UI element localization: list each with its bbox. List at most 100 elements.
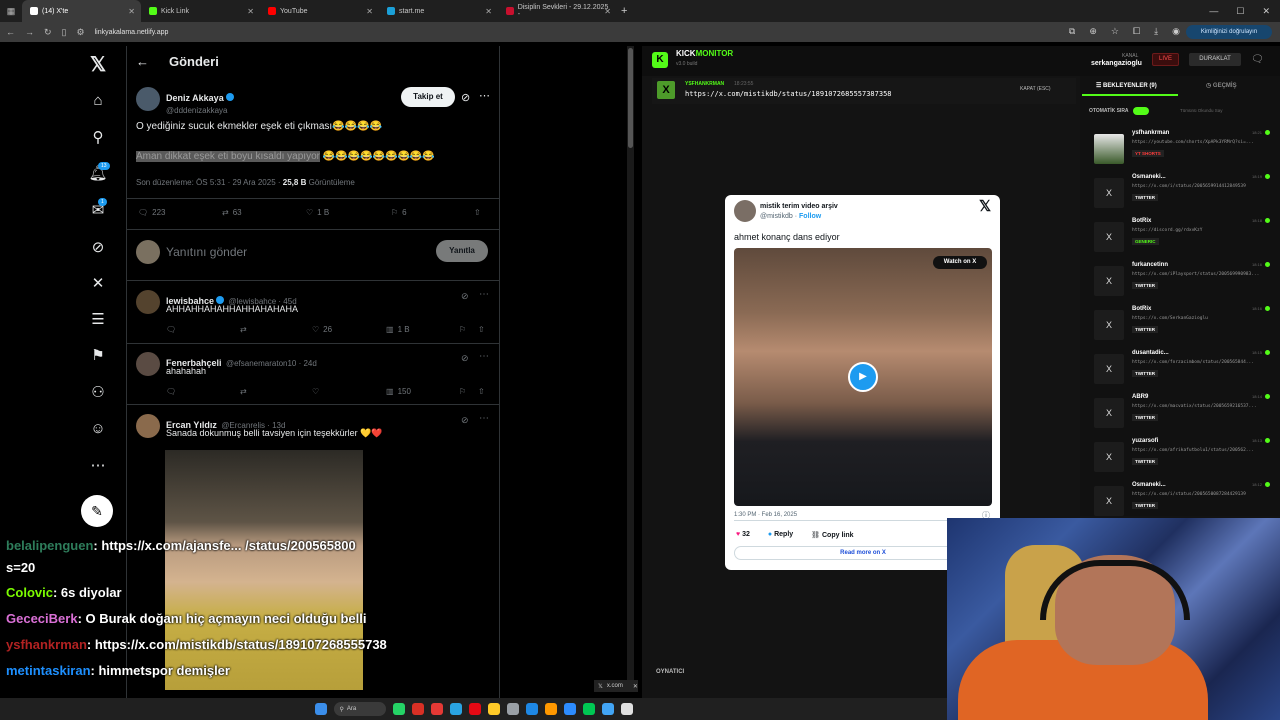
- explore-icon[interactable]: ⚲: [80, 128, 116, 146]
- reply-submit-button[interactable]: Yanıtla: [436, 240, 488, 262]
- bookmark-action[interactable]: ⚐ 6: [391, 208, 407, 217]
- browser-tab[interactable]: start.me ✕: [379, 0, 498, 22]
- queue-item[interactable]: Xdusantadic... https://x.com/forzacimbom/…: [1088, 348, 1276, 388]
- reply-reply-icon[interactable]: 🗨︎: [166, 325, 176, 334]
- tab-pending[interactable]: ☰ BEKLEYENLER (9): [1096, 82, 1157, 89]
- queue-item[interactable]: Xfurkancetinn https://x.com/iPlaysport/st…: [1088, 260, 1276, 300]
- embed-follow-link[interactable]: Follow: [799, 213, 821, 220]
- browser-tab[interactable]: (14) X'te ✕: [22, 0, 141, 22]
- queue-item[interactable]: X BotRix https://x.com/SerkanGazioglu TWITT…: [1088, 304, 1276, 344]
- embed-author[interactable]: mistik terim video arşiv: [760, 203, 838, 210]
- browser-tab[interactable]: Kick Link ✕: [141, 0, 260, 22]
- lists-icon[interactable]: ☰: [80, 310, 116, 328]
- reply-like-icon[interactable]: ♡: [312, 387, 319, 396]
- reply-repost-icon[interactable]: ⇄: [240, 387, 247, 396]
- reply-avatar[interactable]: [136, 414, 160, 438]
- post-more-icon[interactable]: ⋯: [479, 89, 490, 102]
- chat-icon[interactable]: 🗨︎: [1251, 54, 1264, 65]
- author-handle[interactable]: @dddenizakkaya: [166, 106, 234, 115]
- tab-history[interactable]: ◷ GEÇMİŞ: [1206, 82, 1237, 89]
- author-avatar[interactable]: [136, 87, 160, 111]
- close-icon[interactable]: ✕: [633, 683, 638, 690]
- reply-share-icon[interactable]: ⇧: [478, 325, 485, 334]
- new-tab-button[interactable]: +: [621, 5, 627, 17]
- reply-more-icon[interactable]: ⋯: [479, 413, 489, 424]
- maximize-icon[interactable]: ☐: [1236, 6, 1244, 17]
- site-info-icon[interactable]: ⚙: [77, 27, 85, 38]
- compose-post-button[interactable]: ✎: [81, 495, 113, 527]
- queue-item[interactable]: Xyuzarsofi https://x.com/afrikafutbolu1/s…: [1088, 436, 1276, 476]
- bookmarks-icon[interactable]: ⚑: [80, 346, 116, 364]
- more-icon[interactable]: ⋯: [80, 456, 116, 474]
- vlc-icon[interactable]: [544, 703, 557, 715]
- bookmark-star-icon[interactable]: ☆: [1111, 26, 1119, 37]
- reply-input[interactable]: Yanıtını gönder: [166, 245, 247, 259]
- share-icon[interactable]: ⇧: [474, 208, 481, 217]
- url-field[interactable]: linkyakalama.netlify.app: [95, 29, 169, 36]
- grok-action-icon[interactable]: ⊘: [461, 353, 469, 364]
- x-logo-icon[interactable]: 𝕏: [979, 197, 991, 215]
- profile-nav-icon[interactable]: ☺: [80, 420, 116, 437]
- like-action[interactable]: ♡ 1 B: [306, 208, 329, 217]
- reply-bookmark-icon[interactable]: ⚐: [459, 387, 466, 396]
- x-logo-icon[interactable]: 𝕏: [80, 52, 116, 77]
- reply-repost-icon[interactable]: ⇄: [240, 325, 247, 334]
- minimize-icon[interactable]: —: [1209, 6, 1218, 16]
- reply-like-action[interactable]: ♡ 26: [312, 325, 332, 334]
- settings-icon[interactable]: [506, 703, 519, 715]
- queue-item[interactable]: X ABR9 https://x.com/macvatix/status/20056…: [1088, 392, 1276, 432]
- verify-identity-button[interactable]: Kimliğinizi doğrulayın: [1186, 25, 1272, 39]
- close-tab-icon[interactable]: ✕: [128, 7, 135, 16]
- telegram-icon[interactable]: [449, 703, 462, 715]
- embed-handle[interactable]: @mistikdb: [760, 213, 793, 220]
- close-tab-icon[interactable]: ✕: [247, 7, 254, 16]
- zoom-app-icon[interactable]: [563, 703, 576, 715]
- reply-handle[interactable]: @efsanemaraton10 · 24d: [226, 359, 317, 368]
- scrollbar-thumb[interactable]: [628, 48, 633, 148]
- forward-icon[interactable]: →: [25, 27, 34, 37]
- close-tab-icon[interactable]: ✕: [366, 7, 373, 16]
- app-icon-green[interactable]: [582, 703, 595, 715]
- reply-reply-icon[interactable]: 🗨︎: [166, 387, 176, 396]
- browser-tab[interactable]: YouTube ✕: [260, 0, 379, 22]
- watch-on-x-button[interactable]: Watch on X: [933, 256, 987, 269]
- download-icon[interactable]: ⤓: [1154, 26, 1158, 37]
- app-icon-red2[interactable]: [430, 703, 443, 715]
- embed-date[interactable]: 1:30 PM · Feb 16, 2025: [734, 512, 797, 518]
- channel-name[interactable]: serkangazioglu: [1091, 60, 1142, 67]
- app-icon-blue[interactable]: [525, 703, 538, 715]
- queue-item[interactable]: X Osmaneki... https://x.com/i/status/20056…: [1088, 480, 1276, 520]
- reply-views-action[interactable]: ▥ 150: [386, 387, 411, 396]
- grok-action-icon[interactable]: ⊘: [461, 415, 469, 426]
- grok-action-icon[interactable]: ⊘: [461, 91, 470, 104]
- chrome-icon[interactable]: [487, 703, 500, 715]
- close-tab-icon[interactable]: ✕: [604, 7, 611, 16]
- profile-icon[interactable]: ◉: [1172, 26, 1180, 37]
- start-icon[interactable]: [314, 703, 327, 715]
- repost-action[interactable]: ⇄ 63: [222, 208, 242, 217]
- home-icon[interactable]: ⌂: [80, 92, 116, 109]
- communities-icon[interactable]: ⚇: [80, 383, 116, 401]
- app-icon-red[interactable]: [411, 703, 424, 715]
- sidebar-icon[interactable]: ▯: [62, 27, 67, 38]
- embed-avatar[interactable]: [734, 200, 756, 222]
- reply-bookmark-icon[interactable]: ⚐: [459, 325, 466, 334]
- netflix-icon[interactable]: [468, 703, 481, 715]
- browser-tab[interactable]: Disiplin Sevkleri - 29.12.2025 - ✕: [498, 0, 617, 22]
- reply-views-action[interactable]: ▥ 1 B: [386, 325, 410, 334]
- cast-icon[interactable]: ⧉: [1069, 26, 1075, 37]
- grok-icon[interactable]: ⊘: [80, 238, 116, 256]
- close-window-icon[interactable]: ✕: [1262, 6, 1270, 17]
- pause-button[interactable]: DURAKLAT: [1189, 53, 1241, 66]
- follow-button[interactable]: Takip et: [401, 87, 455, 107]
- auto-queue-toggle[interactable]: [1133, 107, 1149, 115]
- back-icon[interactable]: ←: [6, 27, 15, 37]
- taskbar-search[interactable]: ⚲ Ara: [333, 702, 386, 716]
- queue-item[interactable]: ysfhankrman https://youtube.com/shorts/Xp…: [1088, 128, 1276, 168]
- reply-more-icon[interactable]: ⋯: [479, 351, 489, 362]
- reload-icon[interactable]: ↻: [44, 27, 52, 38]
- current-link-url[interactable]: https://x.com/mistikdb/status/1891072685…: [685, 90, 892, 98]
- embed-reply[interactable]: ● Reply: [768, 531, 793, 539]
- play-icon[interactable]: ▶: [848, 362, 878, 392]
- reply-media-image[interactable]: [165, 450, 363, 690]
